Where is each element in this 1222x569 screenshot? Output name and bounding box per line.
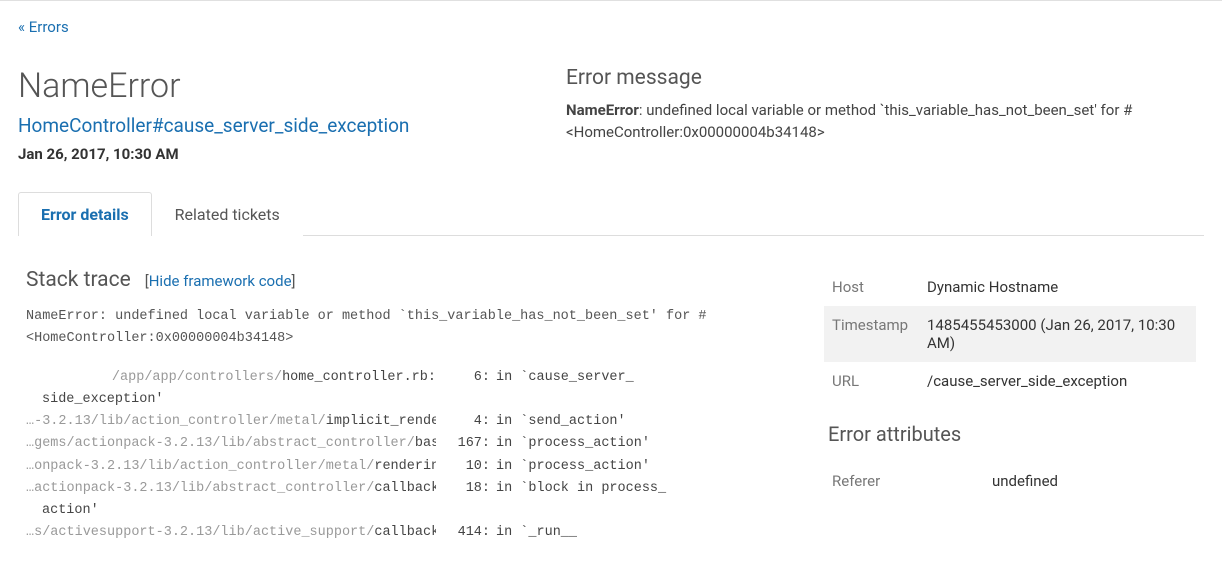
stack-frame: …s/activesupport-3.2.13/lib/active_suppo… xyxy=(26,522,796,544)
attr-row-url: URL /cause_server_side_exception xyxy=(824,362,1196,400)
error-message-heading: Error message xyxy=(566,66,1204,90)
attr-value: /cause_server_side_exception xyxy=(919,362,1196,400)
attr-value: undefined xyxy=(984,462,1196,500)
attr-key: Referer xyxy=(824,462,984,500)
attr-key: Host xyxy=(824,268,919,306)
attr-row-host: Host Dynamic Hostname xyxy=(824,268,1196,306)
stack-frame: …onpack-3.2.13/lib/action_controller/met… xyxy=(26,456,796,478)
stack-frame: …-3.2.13/lib/action_controller/metal/imp… xyxy=(26,411,796,433)
error-timestamp: Jan 26, 2017, 10:30 AM xyxy=(18,145,518,163)
attr-key: URL xyxy=(824,362,919,400)
tabs: Error details Related tickets xyxy=(18,191,1204,236)
error-title: NameError xyxy=(18,66,518,106)
error-message-text: : undefined local variable or method `th… xyxy=(566,101,1132,141)
stack-frame: /app/app/controllers/home_controller.rb:… xyxy=(26,367,796,412)
error-header-right: Error message NameError: undefined local… xyxy=(566,66,1204,163)
error-attributes-heading: Error attributes xyxy=(828,422,1196,446)
back-to-errors-link[interactable]: « Errors xyxy=(18,18,69,36)
attr-value: 1485455453000 (Jan 26, 2017, 10:30 AM) xyxy=(919,306,1196,362)
error-header-left: NameError HomeController#cause_server_si… xyxy=(18,66,518,163)
tab-related-tickets[interactable]: Related tickets xyxy=(152,192,303,236)
attr-row-timestamp: Timestamp 1485455453000 (Jan 26, 2017, 1… xyxy=(824,306,1196,362)
attr-value: Dynamic Hostname xyxy=(919,268,1196,306)
controller-action-link[interactable]: HomeController#cause_server_side_excepti… xyxy=(18,114,518,137)
stack-frame: …actionpack-3.2.13/lib/abstract_controll… xyxy=(26,478,796,523)
hide-framework-wrap: [Hide framework code] xyxy=(145,272,296,290)
stack-trace-exception-line: NameError: undefined local variable or m… xyxy=(26,306,796,351)
tab-error-details[interactable]: Error details xyxy=(18,192,152,236)
stack-trace-heading: Stack trace xyxy=(26,268,131,292)
attr-key: Timestamp xyxy=(824,306,919,362)
attr-row-referer: Referer undefined xyxy=(824,462,1196,500)
error-attributes-table: Host Dynamic Hostname Timestamp 14854554… xyxy=(824,268,1196,400)
error-message-body: NameError: undefined local variable or m… xyxy=(566,100,1204,144)
hide-framework-link[interactable]: Hide framework code xyxy=(149,272,292,290)
stack-trace: NameError: undefined local variable or m… xyxy=(26,306,796,545)
stack-frame: …gems/actionpack-3.2.13/lib/abstract_con… xyxy=(26,433,796,455)
error-attributes-table-2: Referer undefined xyxy=(824,462,1196,500)
error-message-class: NameError xyxy=(566,101,639,119)
